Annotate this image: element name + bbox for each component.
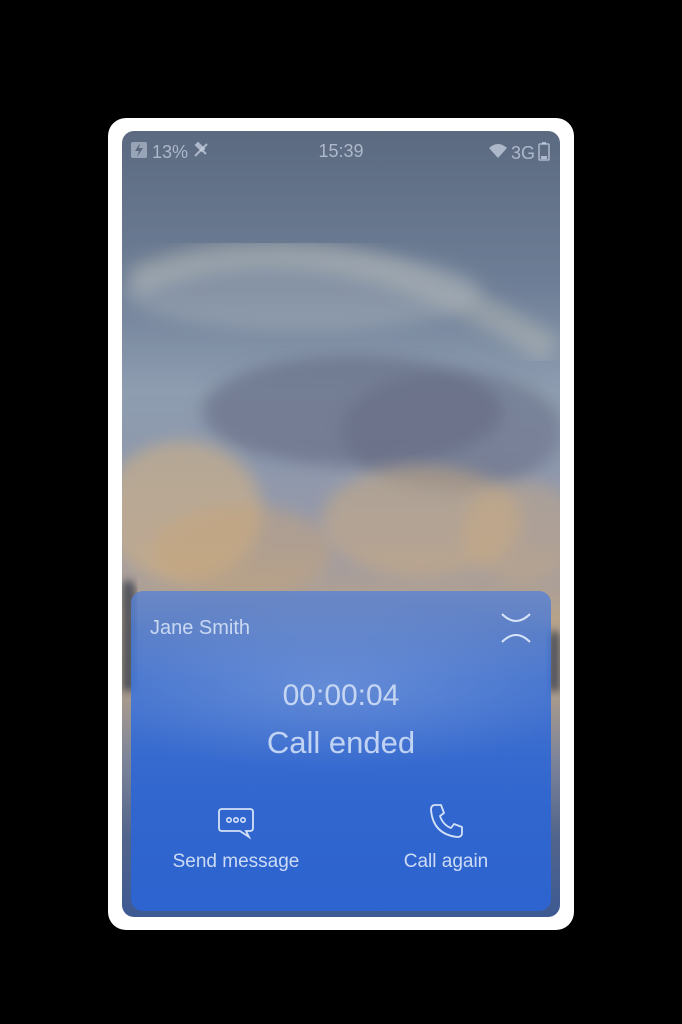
phone-screen: 13% 15:39 3G Jane Smith 00:00:04 Call en…: [122, 131, 560, 917]
status-right: 3G: [488, 141, 550, 166]
message-bubble-icon: [218, 808, 254, 840]
call-again-button[interactable]: Call again: [361, 801, 531, 873]
network-label: 3G: [510, 143, 535, 163]
phone-frame: 13% 15:39 3G Jane Smith 00:00:04 Call en…: [108, 118, 574, 930]
send-message-label: Send message: [172, 851, 300, 872]
call-ended-card: Jane Smith 00:00:04 Call ended Send mess…: [131, 591, 551, 911]
call-status: Call ended: [266, 725, 416, 760]
battery-icon: [538, 141, 550, 166]
close-icon: [501, 613, 531, 643]
call-duration: 00:00:04: [282, 679, 400, 712]
status-bar: 13% 15:39 3G: [122, 131, 560, 173]
wifi-icon: [488, 143, 508, 164]
phone-icon: [430, 804, 463, 838]
caller-name: Jane Smith: [150, 617, 251, 639]
call-again-label: Call again: [403, 851, 489, 872]
close-button[interactable]: [499, 611, 533, 645]
send-message-button[interactable]: Send message: [151, 801, 321, 873]
